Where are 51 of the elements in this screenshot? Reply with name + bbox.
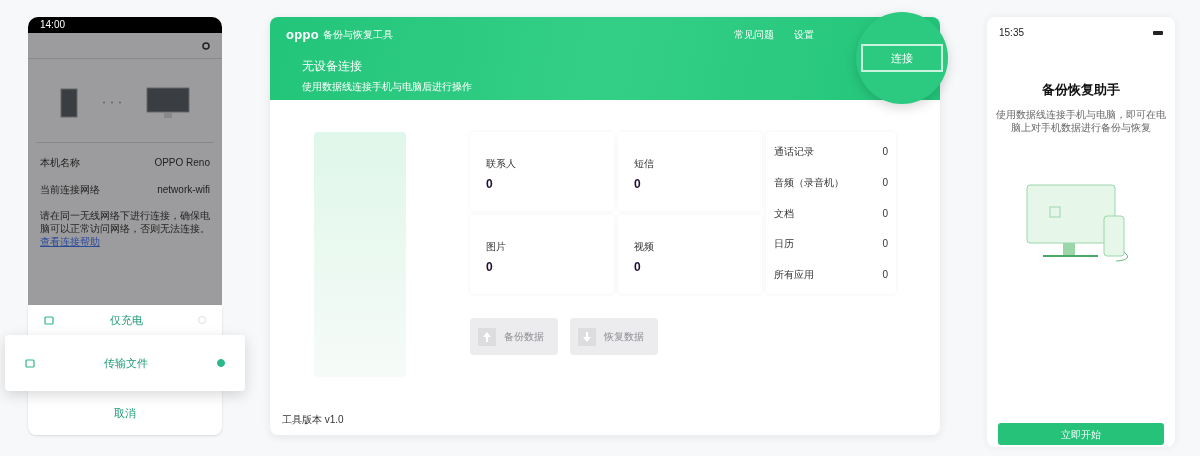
stat-value: 0 — [634, 176, 642, 193]
dotted-line-icon — [102, 101, 122, 104]
menu-link[interactable]: 常见问题 — [734, 27, 774, 43]
stat-label: 图片 — [486, 240, 507, 254]
version-text: 工具版本 v1.0 — [282, 413, 344, 427]
status-time: 15:35 — [999, 26, 1025, 40]
list-value: 0 — [882, 237, 888, 252]
option-row[interactable]: 仅充电 — [28, 305, 222, 335]
download-icon — [578, 327, 596, 346]
battery-icon — [1153, 30, 1163, 35]
stat-label: 短信 — [634, 157, 655, 171]
cancel-button[interactable]: 取消 — [28, 391, 222, 435]
radio-icon — [198, 316, 206, 324]
start-button[interactable]: 立即开始 — [998, 423, 1164, 445]
phone-icon — [60, 87, 78, 118]
option-row[interactable]: 传输文件 — [5, 335, 245, 391]
list-value: 0 — [882, 268, 888, 282]
row-value: OPPO Reno — [154, 156, 210, 170]
folder-icon — [25, 358, 35, 368]
stat-label: 联系人 — [486, 157, 517, 171]
radio-icon — [217, 359, 225, 367]
logo: oppo — [286, 26, 320, 44]
list-label: 文档 — [774, 206, 794, 221]
stat-label: 视频 — [634, 240, 655, 254]
stat-value: 0 — [486, 176, 494, 193]
list-label: 日历 — [774, 237, 794, 252]
help-link[interactable]: 查看连接帮助 — [40, 236, 100, 247]
status-time: 14:00 — [40, 19, 66, 31]
list-value: 0 — [882, 175, 888, 190]
app-title: 备份与恢复工具 — [323, 28, 394, 43]
screen-title: 备份恢复助手 — [1042, 81, 1120, 99]
phone-icon — [44, 315, 54, 325]
note-text: 请在同一无线网络下进行连接，确保电脑可以正常访问网络，否则无法连接。 查看连接帮助 — [40, 209, 210, 248]
banner-text: 使用数据线连接手机与电脑后进行操作 — [302, 79, 472, 94]
list-value: 0 — [882, 206, 888, 221]
settings-icon[interactable] — [202, 41, 210, 50]
list-label: 所有应用 — [774, 268, 814, 282]
description-text: 使用数据线连接手机与电脑，即可在电脑上对手机数据进行备份与恢复 — [996, 107, 1166, 134]
row-value: network-wifi — [157, 183, 210, 197]
monitor-icon — [146, 86, 190, 119]
upload-icon — [478, 327, 496, 346]
banner-title: 无设备连接 — [302, 57, 362, 75]
list-value: 0 — [882, 145, 888, 159]
menu-link[interactable]: 设置 — [794, 27, 814, 43]
list-label: 音频（录音机） — [774, 175, 844, 190]
stat-value: 0 — [486, 259, 494, 276]
stat-value: 0 — [634, 259, 642, 276]
row-label: 当前连接网络 — [40, 183, 100, 197]
connect-button[interactable]: 连接 — [861, 44, 943, 72]
row-label: 本机名称 — [40, 156, 80, 170]
list-label: 通话记录 — [774, 145, 814, 159]
